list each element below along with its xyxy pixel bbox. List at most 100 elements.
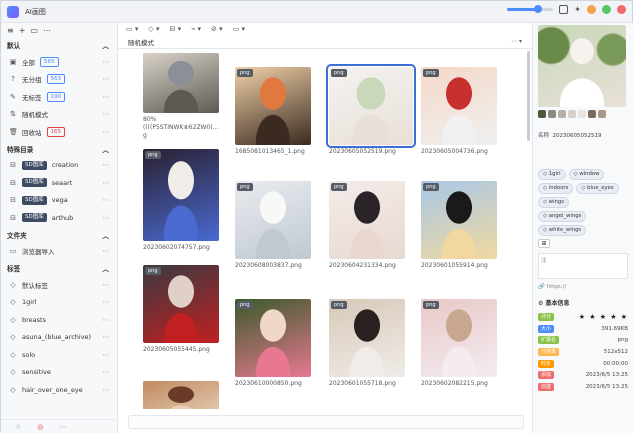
sidebar-item-folder[interactable]: ▭浏览器导入⋯: [1, 243, 117, 261]
url-field[interactable]: 🔗 https://: [538, 284, 566, 290]
more-icon[interactable]: ⋯: [103, 214, 110, 222]
section-default[interactable]: 默认︿: [1, 37, 117, 53]
image-card[interactable]: png1685081013465_1.png: [235, 67, 311, 155]
more-icon[interactable]: ⋯: [103, 93, 110, 101]
image-card[interactable]: png20230601055914.png: [421, 181, 497, 269]
sidebar-item-vega[interactable]: ⊟SD图库vega⋯: [1, 192, 117, 210]
sidebar-item-seaart[interactable]: ⊟SD图库seaart⋯: [1, 174, 117, 192]
image-thumbnail[interactable]: png: [235, 299, 311, 377]
more-icon[interactable]: ⋯: [43, 26, 51, 35]
sidebar-item-tag[interactable]: ◇hair_over_one_eye⋯: [1, 381, 117, 399]
sidebar-item-tag[interactable]: ◇solo⋯: [1, 346, 117, 364]
image-card[interactable]: png20230605055445.png: [143, 265, 219, 353]
color-swatch[interactable]: [568, 110, 576, 118]
add-icon[interactable]: +: [19, 26, 26, 35]
chevron-up-icon[interactable]: ︿: [102, 144, 109, 154]
pin-icon[interactable]: ✦: [574, 5, 581, 14]
toolbar-dropdown-3[interactable]: ⌁ ▾: [191, 25, 201, 33]
more-icon[interactable]: ⋯: [59, 423, 66, 431]
image-preview[interactable]: [538, 25, 626, 107]
more-icon[interactable]: ⋯: [103, 75, 110, 83]
tag-chip[interactable]: ◇ wings: [538, 197, 569, 208]
sidebar-item-untagged[interactable]: ✎无标签190⋯: [1, 88, 117, 106]
add-tag-button[interactable]: ⊞: [538, 239, 550, 248]
image-card[interactable]: png20230605004736.png: [421, 67, 497, 155]
section-special[interactable]: 特殊目录︿: [1, 141, 117, 157]
sidebar-item-creation[interactable]: ⊟SD图库creation⋯: [1, 157, 117, 175]
more-icon[interactable]: ⋯: [103, 351, 110, 359]
image-card[interactable]: png20230602074757.png: [143, 149, 219, 251]
image-thumbnail[interactable]: png: [329, 181, 405, 259]
more-icon[interactable]: ⋯: [103, 179, 110, 187]
more-icon[interactable]: ⋯: [103, 58, 110, 66]
gallery-scrollbar[interactable]: [527, 51, 530, 141]
image-thumbnail[interactable]: [143, 53, 219, 113]
image-card[interactable]: [143, 381, 219, 409]
chevron-up-icon[interactable]: ︿: [102, 263, 109, 273]
image-thumbnail[interactable]: png: [143, 265, 219, 343]
tag-chip[interactable]: ◇ blue_eyes: [576, 183, 618, 194]
more-icon[interactable]: ⋯: [103, 281, 110, 289]
tag-chip[interactable]: ◇ angel_wings: [538, 211, 586, 222]
chevron-up-icon[interactable]: ︿: [102, 40, 109, 50]
color-swatch[interactable]: [578, 110, 586, 118]
section-folders[interactable]: 文件夹︿: [1, 227, 117, 243]
image-card[interactable]: png20230605052519.png: [329, 67, 413, 155]
chevron-up-icon[interactable]: ︿: [102, 230, 109, 240]
color-swatch[interactable]: [558, 110, 566, 118]
color-swatch[interactable]: [538, 110, 546, 118]
sidebar-item-tag[interactable]: ◇默认标签⋯: [1, 276, 117, 294]
file-name[interactable]: 名称 20230605052519: [538, 131, 602, 139]
more-icon[interactable]: ⋯: [103, 196, 110, 204]
toolbar-dropdown-2[interactable]: ⊟ ▾: [169, 25, 181, 33]
image-card[interactable]: png20230601055718.png: [329, 299, 405, 387]
menu-icon[interactable]: ≡: [7, 26, 14, 35]
sidebar-item-tag[interactable]: ◇breasts⋯: [1, 311, 117, 329]
image-thumbnail[interactable]: [143, 381, 219, 409]
tag-chip[interactable]: ◇ window: [569, 169, 605, 180]
color-swatch[interactable]: [598, 110, 606, 118]
image-thumbnail[interactable]: png: [329, 67, 413, 145]
image-thumbnail[interactable]: png: [329, 299, 405, 377]
tag-chip[interactable]: ◇ indoors: [538, 183, 573, 194]
image-card[interactable]: png20230610000850.png: [235, 299, 311, 387]
minimize-button[interactable]: [587, 5, 596, 14]
image-thumbnail[interactable]: png: [235, 181, 311, 259]
layout-icon[interactable]: [559, 5, 568, 14]
sidebar-item-tag[interactable]: ◇asuna_(blue_archive)⋯: [1, 329, 117, 347]
color-swatch[interactable]: [548, 110, 556, 118]
image-thumbnail[interactable]: png: [421, 299, 497, 377]
tag-chip[interactable]: ◇ white_wings: [538, 225, 586, 236]
more-icon[interactable]: ⋯: [103, 368, 110, 376]
image-thumbnail[interactable]: png: [235, 67, 311, 145]
color-swatch[interactable]: [588, 110, 596, 118]
settings-icon[interactable]: ◎: [37, 423, 43, 431]
toolbar-dropdown-0[interactable]: ▭ ▾: [126, 25, 138, 33]
toolbar-dropdown-1[interactable]: ◇ ▾: [148, 25, 159, 33]
sidebar-item-all[interactable]: ▣全部565⋯: [1, 53, 117, 71]
info-value[interactable]: ★ ★ ★ ★ ★: [579, 313, 628, 321]
sidebar-item-tag[interactable]: ◇sensitive⋯: [1, 364, 117, 382]
section-tags[interactable]: 标签︿: [1, 260, 117, 276]
window-icon[interactable]: ▭: [30, 26, 38, 35]
sidebar-item-trash[interactable]: 🗑回收站165⋯: [1, 123, 117, 141]
star-icon[interactable]: ☆: [15, 423, 21, 431]
image-card[interactable]: png20230608003837.png: [235, 181, 311, 269]
image-thumbnail[interactable]: png: [421, 181, 497, 259]
sidebar-item-arthub[interactable]: ⊟SD图库arthub⋯: [1, 209, 117, 227]
toolbar-dropdown-5[interactable]: ▭ ▾: [233, 25, 245, 33]
tab-more-button[interactable]: ⋯ ▾: [511, 38, 522, 45]
image-card[interactable]: png20230604231334.png: [329, 181, 405, 269]
more-icon[interactable]: ⋯: [103, 316, 110, 324]
image-card[interactable]: png20230602082215.png: [421, 299, 497, 387]
sidebar-item-random[interactable]: ⇅随机模式⋯: [1, 106, 117, 124]
more-icon[interactable]: ⋯: [103, 386, 110, 394]
more-icon[interactable]: ⋯: [103, 298, 110, 306]
more-icon[interactable]: ⋯: [103, 110, 110, 118]
maximize-button[interactable]: [602, 5, 611, 14]
sidebar-item-tag[interactable]: ◇1girl⋯: [1, 294, 117, 312]
sidebar-item-ungrouped[interactable]: ?无分组563⋯: [1, 71, 117, 89]
note-field[interactable]: 注: [538, 253, 628, 279]
image-thumbnail[interactable]: png: [143, 149, 219, 241]
zoom-slider[interactable]: [507, 8, 553, 11]
